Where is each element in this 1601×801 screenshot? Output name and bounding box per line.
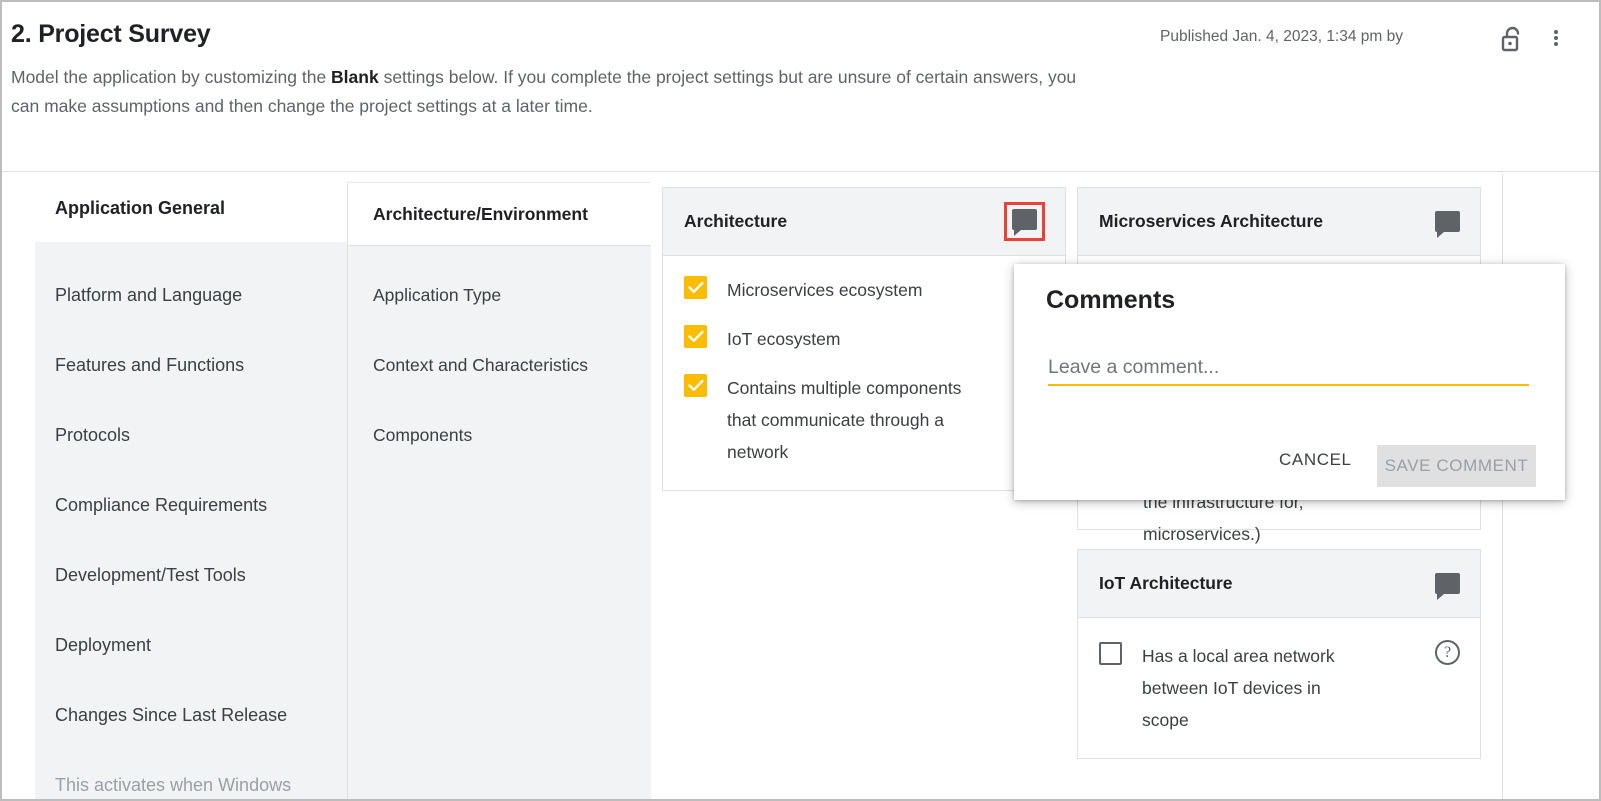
architecture-card: Architecture Microservices ecosystem <box>662 187 1066 491</box>
sections-list: Application Type Context and Characteris… <box>348 246 651 801</box>
help-circle-icon[interactable]: ? <box>1435 640 1460 665</box>
architecture-card-body: Microservices ecosystem IoT ecosystem <box>663 256 1065 490</box>
section-item-architecture-environment[interactable]: Architecture/Environment <box>348 183 651 246</box>
checkmark-icon <box>688 330 704 343</box>
app-window: 2. Project Survey Model the application … <box>0 0 1601 801</box>
kebab-dot <box>1554 30 1558 34</box>
checkbox-label: Has a local area network between IoT dev… <box>1142 640 1372 736</box>
sidebar-item-features-and-functions[interactable]: Features and Functions <box>35 330 347 400</box>
iot-card-header: IoT Architecture <box>1078 550 1480 618</box>
sidebar-item-label: Protocols <box>55 425 130 446</box>
comment-bubble-icon-highlighted[interactable] <box>1004 202 1045 241</box>
sidebar-item-compliance-requirements[interactable]: Compliance Requirements <box>35 470 347 540</box>
sidebar-item-platform-and-language[interactable]: Platform and Language <box>35 260 347 330</box>
iot-card-body: Has a local area network between IoT dev… <box>1078 618 1480 758</box>
sidebar-item-label: Features and Functions <box>55 355 244 376</box>
comment-bubble-icon <box>1012 209 1037 230</box>
checkbox-row-multiple-components[interactable]: Contains multiple components that commun… <box>684 372 1045 468</box>
checkbox-checked-icon[interactable] <box>684 374 707 397</box>
architecture-column: Architecture Microservices ecosystem <box>662 187 1066 491</box>
sidebar-item-label: This activates when Windows <box>55 775 291 796</box>
sidebar-item-label: Changes Since Last Release <box>55 705 287 726</box>
architecture-card-header: Architecture <box>663 188 1065 256</box>
sidebar-column: Application General Platform and Languag… <box>2 174 347 801</box>
section-active-label: Architecture/Environment <box>373 204 588 225</box>
sidebar-item-deployment[interactable]: Deployment <box>35 610 347 680</box>
checkbox-checked-icon[interactable] <box>684 276 707 299</box>
checkmark-icon <box>688 379 704 392</box>
microservices-card-title: Microservices Architecture <box>1099 211 1323 232</box>
kebab-dot <box>1554 36 1558 40</box>
checkbox-row-iot-ecosystem[interactable]: IoT ecosystem <box>684 323 1045 355</box>
sidebar-item-development-test-tools[interactable]: Development/Test Tools <box>35 540 347 610</box>
microservices-card-header: Microservices Architecture <box>1078 188 1480 256</box>
comment-bubble-icon[interactable] <box>1435 573 1460 594</box>
iot-card-title: IoT Architecture <box>1099 573 1233 594</box>
checkbox-label: Contains multiple components that commun… <box>727 372 991 468</box>
sections-column: Architecture/Environment Application Typ… <box>347 182 651 801</box>
checkbox-checked-icon[interactable] <box>684 325 707 348</box>
sidebar-item-changes-since-last-release[interactable]: Changes Since Last Release <box>35 680 347 750</box>
checkbox-row-local-area-network[interactable]: Has a local area network between IoT dev… <box>1099 640 1460 736</box>
microservices-text-line-2: microservices.) <box>1143 518 1460 550</box>
sidebar-item-label: Platform and Language <box>55 285 242 306</box>
page-title: 2. Project Survey <box>11 20 210 49</box>
save-comment-button[interactable]: SAVE COMMENT <box>1377 445 1536 487</box>
section-item-label: Context and Characteristics <box>373 355 588 376</box>
kebab-dot <box>1554 42 1558 46</box>
sidebar-item-label: Development/Test Tools <box>55 565 246 586</box>
published-info: Published Jan. 4, 2023, 1:34 pm by <box>1160 28 1403 46</box>
section-item-label: Components <box>373 425 472 446</box>
comment-bubble-icon[interactable] <box>1435 211 1460 232</box>
checkbox-row-microservices-ecosystem[interactable]: Microservices ecosystem <box>684 274 1045 306</box>
description-bold-blank: Blank <box>331 67 379 87</box>
sidebar-active-label: Application General <box>55 198 225 219</box>
cancel-button[interactable]: CANCEL <box>1261 439 1370 481</box>
section-item-application-type[interactable]: Application Type <box>348 260 651 330</box>
sidebar-item-application-general[interactable]: Application General <box>2 174 347 242</box>
checkbox-label: IoT ecosystem <box>727 323 840 355</box>
page-header: 2. Project Survey Model the application … <box>2 2 1599 172</box>
sidebar-item-label: Compliance Requirements <box>55 495 267 516</box>
section-item-label: Application Type <box>373 285 501 306</box>
iot-architecture-card: IoT Architecture Has a local area networ… <box>1077 549 1481 759</box>
section-item-components[interactable]: Components <box>348 400 651 470</box>
comments-dialog-heading: Comments <box>1046 286 1175 315</box>
description-part-1: Model the application by customizing the <box>11 67 331 87</box>
checkmark-icon <box>688 281 704 294</box>
comment-input[interactable] <box>1048 350 1529 386</box>
kebab-menu-icon[interactable] <box>1543 20 1569 56</box>
checkbox-unchecked-icon[interactable] <box>1099 642 1122 665</box>
sidebar-item-label: Deployment <box>55 635 151 656</box>
section-item-context-and-characteristics[interactable]: Context and Characteristics <box>348 330 651 400</box>
sidebar-item-windows-activation-notice[interactable]: This activates when Windows <box>35 750 347 801</box>
unlock-icon[interactable] <box>1496 22 1528 56</box>
page-description: Model the application by customizing the… <box>11 63 1086 121</box>
architecture-card-title: Architecture <box>684 211 787 232</box>
checkbox-label: Microservices ecosystem <box>727 274 922 306</box>
sidebar-item-protocols[interactable]: Protocols <box>35 400 347 470</box>
sidebar-list: Platform and Language Features and Funct… <box>35 242 347 801</box>
unlock-icon-svg <box>1499 24 1526 55</box>
